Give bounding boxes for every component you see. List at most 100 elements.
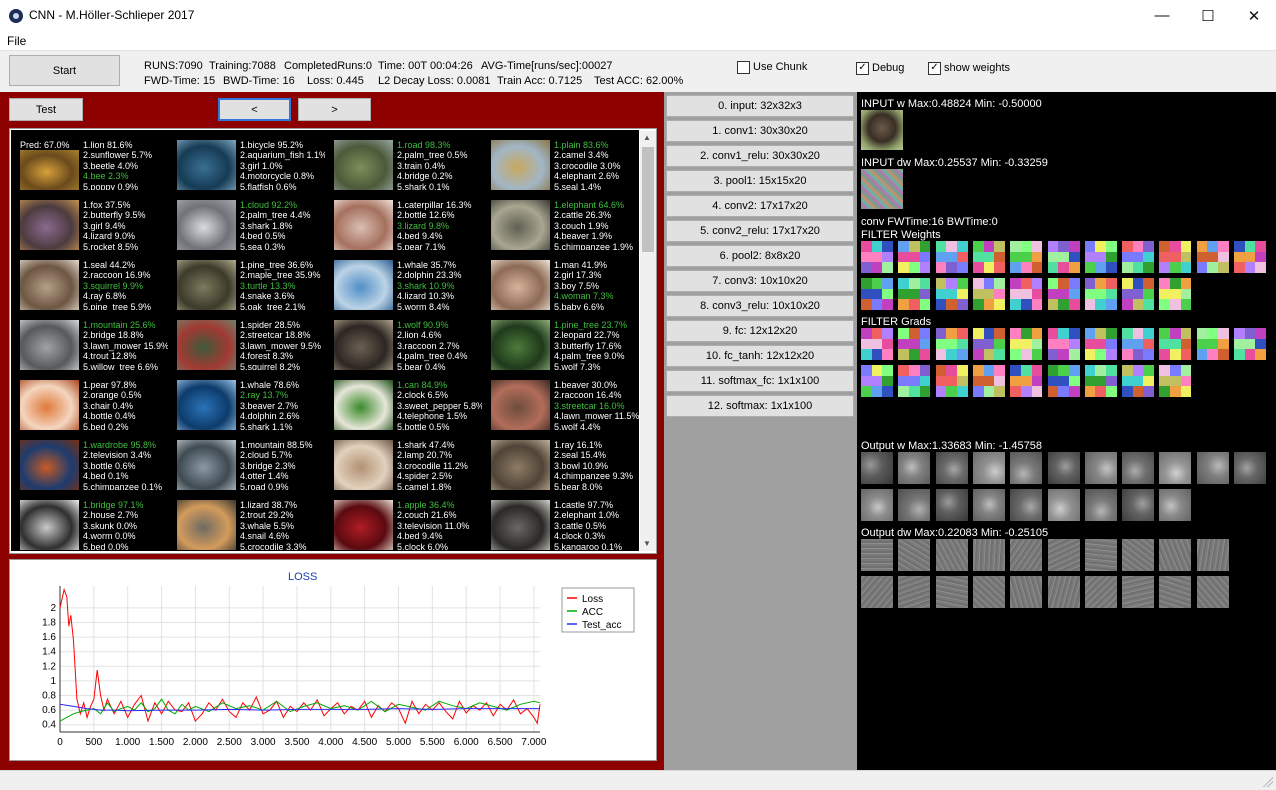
filter-pixel [1084,375,1096,387]
show-weights-checkbox[interactable]: ✓ show weights [928,61,1010,75]
filter-pixel [1106,288,1117,300]
filter-pixel [1084,338,1096,350]
filter-pixel [871,375,883,387]
prediction-list: 1.pine_tree 23.7% 2.leopard 22.7% 3.butter… [554,320,627,370]
filter-pixel [946,278,957,289]
filter-pixel [1084,299,1096,310]
prediction-line: 5.flatfish 0.6% [240,181,297,190]
filter-pixel [919,251,931,263]
prediction-line: 3.shark 1.8% [240,220,293,231]
filter-pixel [861,365,872,376]
filter-tile [972,328,1005,360]
next-button[interactable]: > [298,98,371,121]
filter-pixel [908,262,920,273]
prediction-line: 1.beaver 30.0% [554,380,618,390]
layer-button[interactable]: 10. fc_tanh: 12x12x20 [666,345,854,367]
test-button[interactable]: Test [9,98,83,121]
filter-pixel [908,386,920,397]
prediction-line: 5.baby 6.6% [554,301,605,310]
debug-box[interactable]: ✓ [856,61,869,75]
prev-button[interactable]: < [218,98,291,121]
layer-button[interactable]: 8. conv3_relu: 10x10x20 [666,295,854,317]
prediction-line: 4.dolphin 2.6% [240,411,300,422]
show-weights-box[interactable]: ✓ [928,61,941,75]
filter-pixel [1010,262,1021,273]
input-gradient-image [861,169,903,209]
filter-pixel [1234,251,1245,263]
sample-image [334,260,393,310]
prediction-line: 2.cloud 5.7% [240,450,293,461]
layer-button[interactable]: 5. conv2_relu: 17x17x20 [666,220,854,242]
prediction-cell: 1.elephant 64.6% 2.cattle 26.3% 3.couch 1.… [482,190,639,250]
layer-button[interactable]: 12. softmax: 1x1x100 [666,395,854,417]
prediction-cell: 1.plain 83.6% 2.camel 3.4% 3.crocodile 3.0… [482,130,639,190]
layer-button[interactable]: 1. conv1: 30x30x20 [666,120,854,142]
filter-pixel [919,338,931,350]
prediction-line: 1.seal 44.2% [83,260,136,270]
filter-pixel [1047,375,1059,387]
filter-tile [1084,241,1117,273]
layer-button[interactable]: 11. softmax_fc: 1x1x100 [666,370,854,392]
filter-pixel [1255,262,1266,273]
filter-pixel [1132,328,1144,339]
filter-pixel [908,338,920,350]
filter-pixel [956,338,968,350]
filter-pixel [1159,299,1171,310]
filter-pixel [871,262,883,273]
sample-image [491,380,550,430]
filter-pixel [861,375,872,387]
prediction-line: 4.elephant 2.6% [554,171,620,182]
use-chunk-checkbox[interactable]: Use Chunk [737,60,807,74]
output-tile [972,452,1005,484]
menu-file[interactable]: File [7,34,26,48]
filter-pixel [871,386,883,397]
filter-tile [935,278,968,310]
grid-scrollbar-thumb[interactable] [642,147,654,252]
avg-time-stat: AVG-Time[runs/sec]:00027 [481,60,613,72]
scroll-down-icon[interactable]: ▼ [643,539,651,548]
prediction-line: 1.castle 97.7% [554,500,614,510]
filter-pixel [994,262,1005,273]
layer-button[interactable]: 9. fc: 12x12x20 [666,320,854,342]
filter-pixel [1170,386,1181,397]
sample-image [491,260,550,310]
filter-pixel [871,278,883,289]
filter-pixel [983,288,995,300]
minimize-button[interactable]: — [1139,0,1185,31]
sample-image [177,500,236,550]
y-tick-label: 1.8 [42,618,56,629]
filter-pixel [898,349,909,360]
prediction-line: 4.bed 0.1% [83,471,129,482]
layer-button[interactable]: 3. pool1: 15x15x20 [666,170,854,192]
resize-grip-icon[interactable] [1263,777,1273,787]
filter-tile [935,241,968,273]
layer-button[interactable]: 6. pool2: 8x8x20 [666,245,854,267]
legend-label: Loss [582,594,603,605]
filter-pixel [1106,338,1117,350]
filter-pixel [972,299,984,310]
prediction-list: 1.mountain 25.6% 2.bridge 18.8% 3.lawn_mow… [83,320,168,370]
close-button[interactable]: ✕ [1231,0,1276,31]
filter-pixel [1122,299,1133,310]
use-chunk-box[interactable] [737,60,750,74]
prediction-cell: 1.beaver 30.0% 2.raccoon 16.4% 3.streetcar… [482,370,639,430]
filter-pixel [1196,262,1208,273]
filter-pixel [956,375,968,387]
debug-checkbox[interactable]: ✓ Debug [856,61,904,75]
filter-pixel [908,278,920,289]
start-button[interactable]: Start [9,55,120,86]
filter-pixel [956,288,968,300]
fwd-time-stat: FWD-Time: 15 [144,75,216,87]
prediction-list: 1.lizard 38.7% 2.trout 29.2% 3.whale 5.5% 4… [240,500,307,550]
layer-button[interactable]: 0. input: 32x32x3 [666,95,854,117]
layer-button[interactable]: 2. conv1_relu: 30x30x20 [666,145,854,167]
prediction-cell: 1.apple 36.4% 2.couch 21.6% 3.television 1… [325,490,482,550]
layer-button[interactable]: 7. conv3: 10x10x20 [666,270,854,292]
filter-tile [1084,328,1117,360]
maximize-button[interactable]: ☐ [1185,0,1231,31]
layer-button[interactable]: 4. conv2: 17x17x20 [666,195,854,217]
filter-pixel [1132,251,1144,263]
output-tile [1159,539,1192,571]
scroll-up-icon[interactable]: ▲ [643,133,651,142]
prediction-grid[interactable]: Pred: 67.0% 1.lion 81.6% 2.sunflower 5.7%… [11,130,639,551]
